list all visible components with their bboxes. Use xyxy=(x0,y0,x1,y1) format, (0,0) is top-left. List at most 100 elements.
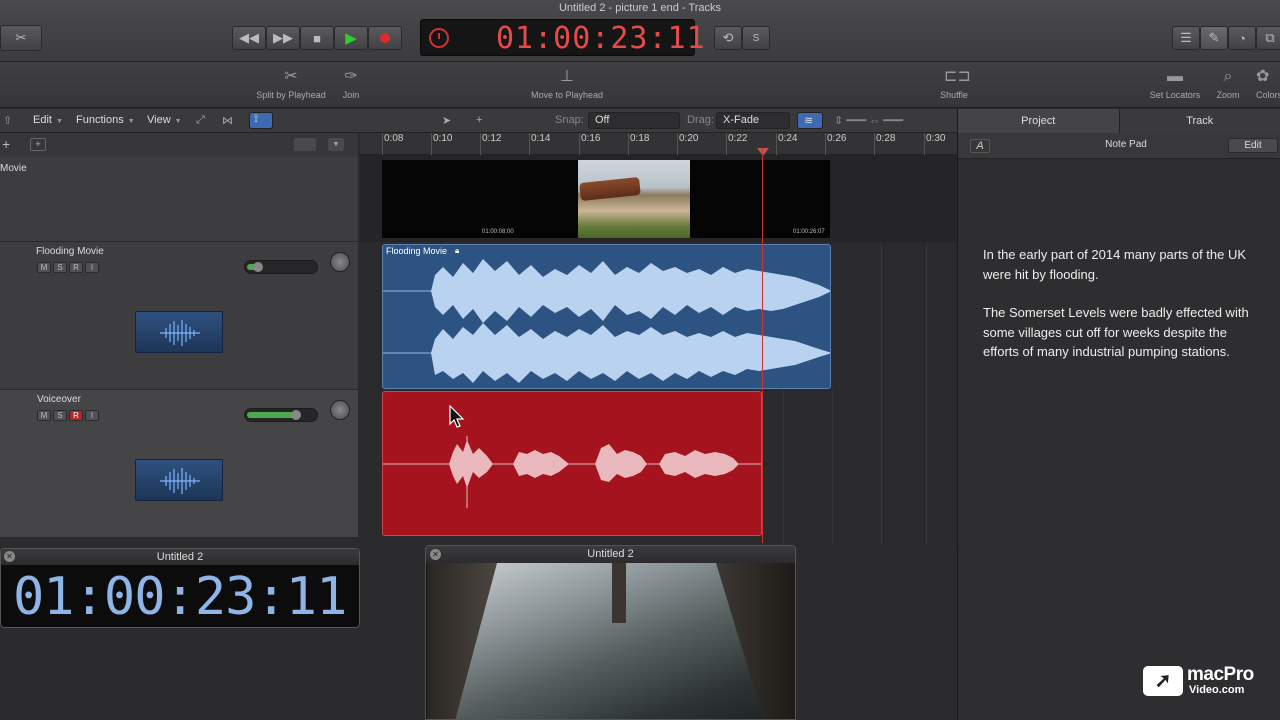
ruler-tick: 0:30 xyxy=(923,133,946,155)
volume-slider[interactable] xyxy=(244,408,318,422)
voiceover-region[interactable] xyxy=(382,391,762,536)
mute-button[interactable]: M xyxy=(37,410,51,421)
rewind-icon: ◀◀ xyxy=(239,30,259,45)
close-icon[interactable]: ✕ xyxy=(430,549,441,560)
vertical-zoom-icon[interactable]: ⇕ ━━━ ⇔ ━━━ xyxy=(834,114,903,127)
waveform-zoom-button[interactable]: ≋ xyxy=(797,112,823,129)
input-monitor-button[interactable]: I xyxy=(85,410,99,421)
movie-thumbnail xyxy=(578,160,690,238)
split-label: Split by Playhead xyxy=(256,90,326,100)
zoom-button[interactable]: ⌕ Zoom xyxy=(1212,62,1244,100)
fast-forward-icon: ▶▶ xyxy=(273,30,293,45)
tab-project[interactable]: Project xyxy=(958,109,1120,133)
edit-menu[interactable]: Edit ▼ xyxy=(33,114,63,126)
record-button[interactable] xyxy=(368,26,402,50)
fast-forward-button[interactable]: ▶▶ xyxy=(266,26,300,50)
playhead[interactable] xyxy=(762,148,763,543)
move-icon: ⊥ xyxy=(560,68,574,85)
play-button[interactable]: ▶ xyxy=(334,26,368,50)
browsers-button[interactable]: ⧉ xyxy=(1256,26,1280,50)
playhead-handle[interactable] xyxy=(757,148,769,156)
ruler-tick: 0:20 xyxy=(676,133,699,155)
split-by-playhead-button[interactable]: ✂ Split by Playhead xyxy=(255,62,327,100)
movie-start-timecode: 01:00:08:00 xyxy=(482,229,514,235)
stop-button[interactable]: ■ xyxy=(300,26,334,50)
clock-icon xyxy=(429,28,449,48)
lcd-display[interactable]: 01:00:23:11 xyxy=(420,19,705,56)
record-enable-button[interactable]: R xyxy=(69,262,83,273)
note-paragraph: The Somerset Levels were badly effected … xyxy=(983,305,1249,359)
movie-track-header[interactable]: Movie xyxy=(0,157,358,242)
duplicate-track-icon[interactable]: + xyxy=(30,138,46,151)
cycle-button[interactable]: ⟲ xyxy=(714,26,742,50)
record-enable-button[interactable]: R xyxy=(69,410,83,421)
view-menu[interactable]: View ▼ xyxy=(147,114,182,126)
panel-tabs: Project Track xyxy=(958,109,1280,133)
giant-lcd-time: 01:00:23:11 xyxy=(13,567,347,627)
note-paragraph: In the early part of 2014 many parts of … xyxy=(983,247,1247,282)
track-list-header: + + ▼ xyxy=(0,133,358,157)
flooding-movie-region[interactable]: Flooding Movie 🔒︎ xyxy=(382,244,831,389)
library-button[interactable]: ✂ xyxy=(0,25,42,51)
list-editors-button[interactable]: ☰ xyxy=(1172,26,1200,50)
pan-knob[interactable] xyxy=(330,400,350,420)
volume-knob[interactable] xyxy=(253,262,263,272)
flex-icon[interactable]: ⤢ xyxy=(196,114,205,127)
loop-browser-button[interactable]: ◔ xyxy=(1228,26,1256,50)
arrow-up-icon[interactable]: ⇧ xyxy=(3,114,12,127)
wall-left-graphic xyxy=(427,563,497,719)
functions-menu[interactable]: Functions ▼ xyxy=(76,114,135,126)
pencil-tool-icon[interactable]: + xyxy=(476,114,482,126)
scissors-icon: ✂ xyxy=(284,68,298,85)
ruler-tick: 0:26 xyxy=(824,133,847,155)
rewind-button[interactable]: ◀◀ xyxy=(232,26,266,50)
automation-button[interactable]: ⟟ xyxy=(249,112,273,129)
voiceover-track-header[interactable]: Voiceover M S R I xyxy=(0,390,358,538)
glue-icon: ✑ xyxy=(344,68,358,85)
move-to-playhead-button[interactable]: ⊥ Move to Playhead xyxy=(528,62,606,100)
giant-lcd-window[interactable]: Untitled 2 ✕ 01:00:23:11 xyxy=(0,548,360,628)
movie-window[interactable]: Untitled 2 ✕ xyxy=(425,545,796,720)
notepad-toolbar: A Note Pad Edit xyxy=(958,133,1280,159)
mute-button[interactable]: M xyxy=(37,262,51,273)
add-track-icon[interactable]: + xyxy=(2,136,10,152)
pointer-tool-icon[interactable]: ➤ xyxy=(442,114,451,127)
catch-icon[interactable]: ⋈ xyxy=(222,114,233,127)
solo-button[interactable]: S xyxy=(53,262,67,273)
join-button[interactable]: ✑ Join xyxy=(336,62,366,100)
timeline-ruler[interactable]: 0:08 0:10 0:12 0:14 0:16 0:18 0:20 0:22 … xyxy=(360,133,957,155)
track-buttons: M S R I xyxy=(37,262,99,273)
close-icon[interactable]: ✕ xyxy=(4,551,15,562)
tab-track[interactable]: Track xyxy=(1119,109,1280,133)
ruler-tick: 0:10 xyxy=(430,133,453,155)
input-monitor-button[interactable]: I xyxy=(85,262,99,273)
macprovideo-logo: ➚ macPro Video.com xyxy=(1143,664,1261,698)
ruler-tick: 0:16 xyxy=(578,133,601,155)
functions-label: Functions xyxy=(76,114,124,126)
chevron-down-icon: ▼ xyxy=(174,118,182,125)
volume-slider[interactable] xyxy=(244,260,318,274)
note-pad-panel: Project Track A Note Pad Edit In the ear… xyxy=(957,109,1280,720)
set-locators-button[interactable]: ▬ Set Locators xyxy=(1146,62,1204,100)
track-name: Voiceover xyxy=(37,394,81,405)
pipe-graphic xyxy=(579,176,641,202)
solo-button[interactable]: S xyxy=(742,26,770,50)
edit-button[interactable]: Edit xyxy=(1228,138,1278,153)
movie-window-title: Untitled 2 xyxy=(426,546,795,563)
pan-knob[interactable] xyxy=(330,252,350,272)
chevron-down-icon[interactable]: ▼ xyxy=(328,138,344,151)
snap-select[interactable]: Off xyxy=(588,112,680,129)
play-icon: ▶ xyxy=(345,30,357,47)
note-text[interactable]: In the early part of 2014 many parts of … xyxy=(983,245,1263,381)
track-name: Flooding Movie xyxy=(36,246,104,257)
global-tracks-button[interactable] xyxy=(294,138,316,151)
grid-line xyxy=(926,242,927,390)
solo-button[interactable]: S xyxy=(53,410,67,421)
flooding-track-header[interactable]: Flooding Movie M S R I xyxy=(0,242,358,390)
volume-knob[interactable] xyxy=(291,410,301,420)
loop-icon: ◔ xyxy=(1238,30,1246,46)
shuffle-button[interactable]: ⊏⊐ Shuffle xyxy=(928,62,980,100)
note-pads-button[interactable]: ✎ xyxy=(1200,26,1228,50)
colors-button[interactable]: ✿ Colors xyxy=(1252,62,1280,100)
drag-select[interactable]: X-Fade xyxy=(716,112,790,129)
